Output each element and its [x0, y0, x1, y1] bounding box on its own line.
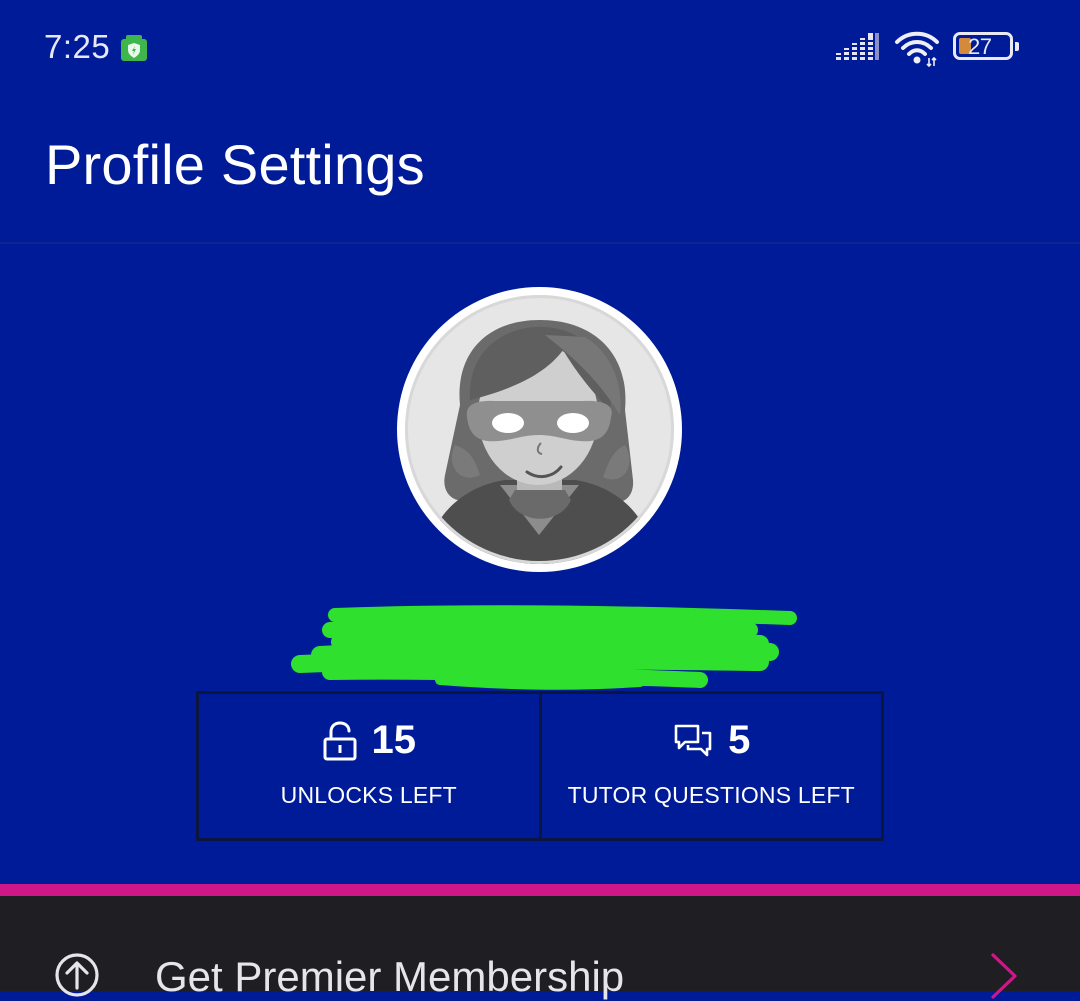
- menu-item-label: Get Premier Membership: [155, 953, 625, 1000]
- name-redaction-scribble: [291, 605, 797, 690]
- status-time: 7:25: [44, 28, 111, 65]
- tutor-questions-value: 5: [728, 718, 751, 762]
- shield-app-icon: [120, 34, 148, 62]
- chat-bubbles-icon: [674, 724, 712, 756]
- page-title: Profile Settings: [45, 133, 425, 196]
- stat-unlocks[interactable]: 15 UNLOCKS LEFT: [199, 694, 539, 838]
- upgrade-arrow-icon: [55, 953, 99, 997]
- menu-panel: Get Premier Membership: [0, 896, 1080, 1000]
- wifi-icon: [893, 28, 941, 68]
- tutor-questions-label: TUTOR QUESTIONS LEFT: [567, 782, 855, 808]
- unlock-icon: [323, 720, 356, 760]
- menu-item-premier-membership[interactable]: Get Premier Membership: [0, 896, 1080, 1000]
- accent-bar: [0, 884, 1080, 896]
- stat-tutor-questions[interactable]: 5 TUTOR QUESTIONS LEFT: [538, 694, 882, 838]
- header-divider: [0, 242, 1080, 244]
- chevron-right-icon: [991, 953, 1017, 999]
- battery-icon: 27: [953, 32, 1019, 60]
- unlocks-label: UNLOCKS LEFT: [280, 782, 457, 808]
- unlocks-value: 15: [371, 718, 417, 762]
- stats-box: 15 UNLOCKS LEFT 5 TUTOR QUESTIONS LEFT: [196, 691, 884, 841]
- signal-icon: [836, 31, 880, 65]
- masked-avatar-icon: [405, 295, 674, 564]
- battery-percent: 27: [968, 34, 992, 59]
- status-bar: 7:25 27: [0, 0, 1080, 96]
- avatar[interactable]: [397, 287, 682, 572]
